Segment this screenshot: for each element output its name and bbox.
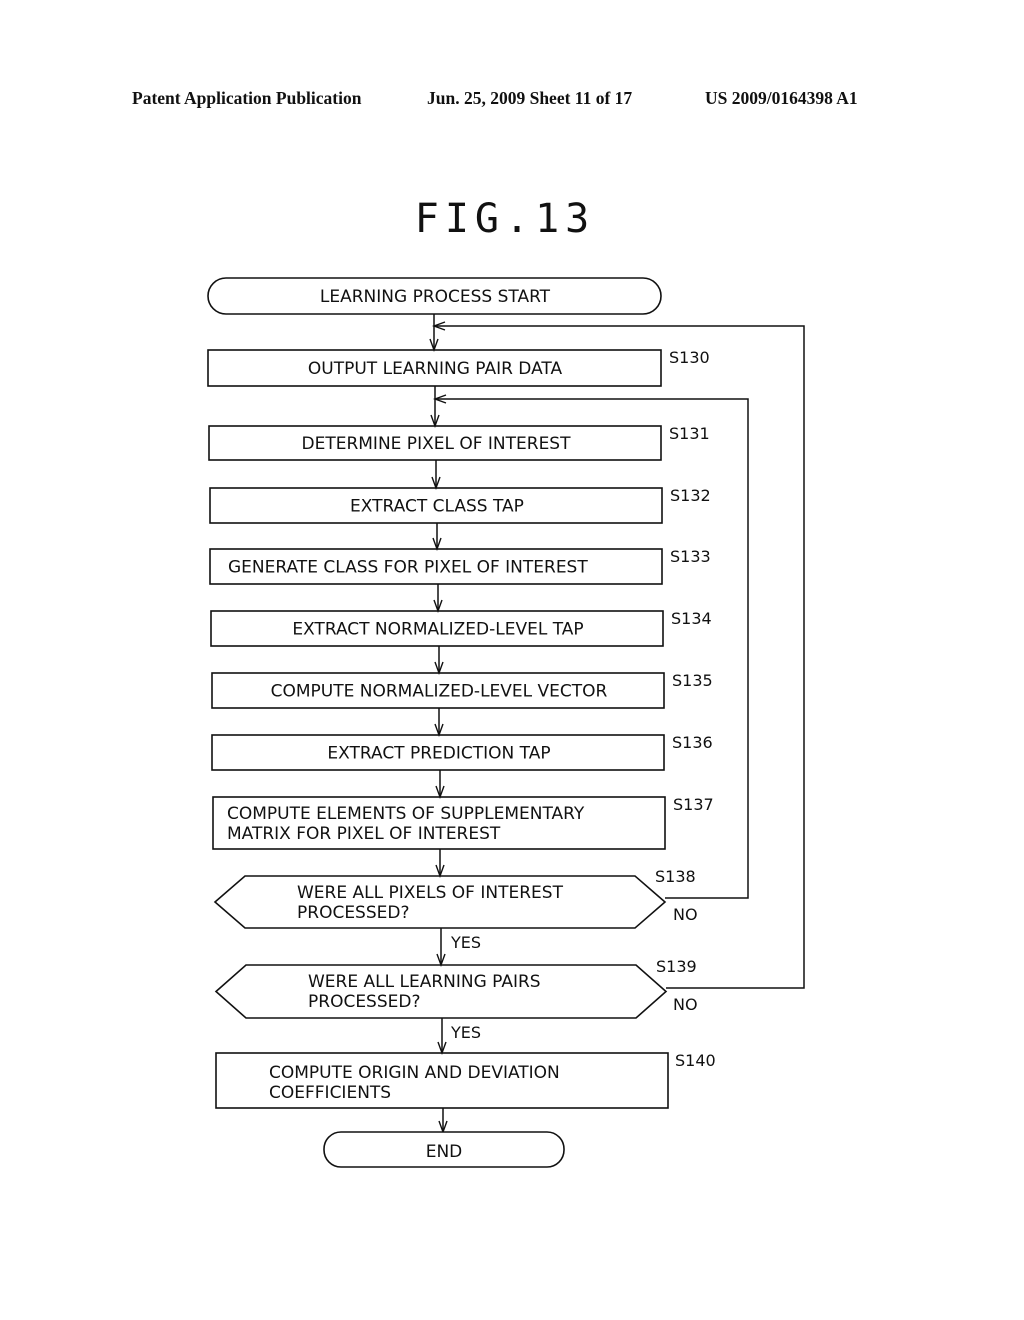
arrow-s134-to-s135 bbox=[434, 646, 444, 676]
step-id-label: S140 bbox=[675, 1051, 716, 1070]
step-id-label: S133 bbox=[670, 547, 711, 566]
step-label: COMPUTE ELEMENTS OF SUPPLEMENTARY bbox=[227, 804, 585, 824]
step-id-label: S131 bbox=[669, 424, 710, 443]
step-id-label: S130 bbox=[669, 348, 710, 367]
arrow-s132-to-s133 bbox=[432, 523, 442, 552]
step-id-label: S134 bbox=[671, 609, 712, 628]
decision-steps: WERE ALL PIXELS OF INTERESTPROCESSED?S13… bbox=[213, 867, 698, 1042]
decision-label: WERE ALL LEARNING PAIRS bbox=[308, 972, 541, 992]
arrow-s135-to-s136 bbox=[434, 708, 444, 738]
decision-label: WERE ALL PIXELS OF INTEREST bbox=[297, 883, 564, 903]
decision-label: PROCESSED? bbox=[308, 992, 421, 1012]
arrow-start-to-s130 bbox=[429, 314, 439, 353]
arrow-s140-to-end bbox=[438, 1108, 448, 1135]
process-step-s134: EXTRACT NORMALIZED-LEVEL TAP S134 bbox=[210, 609, 712, 647]
process-step-s131: DETERMINE PIXEL OF INTEREST S131 bbox=[208, 424, 710, 461]
arrow-s139-yes bbox=[437, 1018, 447, 1056]
step-label: GENERATE CLASS FOR PIXEL OF INTEREST bbox=[228, 558, 588, 578]
process-step-s133: GENERATE CLASS FOR PIXEL OF INTEREST S133 bbox=[209, 547, 711, 585]
step-label: OUTPUT LEARNING PAIR DATA bbox=[308, 359, 563, 379]
flowchart: LEARNING PROCESS START OUTPUT LEARNING P… bbox=[207, 277, 805, 1168]
start-terminal-label: LEARNING PROCESS START bbox=[320, 287, 551, 307]
arrow-s131-to-s132 bbox=[431, 460, 441, 491]
step-id-label: S137 bbox=[673, 795, 714, 814]
process-step-s136: EXTRACT PREDICTION TAP S136 bbox=[211, 733, 713, 771]
decision-s138: WERE ALL PIXELS OF INTERESTPROCESSED? S13… bbox=[213, 867, 698, 952]
process-step-s132: EXTRACT CLASS TAP S132 bbox=[209, 486, 711, 524]
decision-id-label: S139 bbox=[656, 957, 697, 976]
end-terminal: END bbox=[323, 1131, 565, 1168]
no-label: NO bbox=[673, 995, 698, 1014]
no-label: NO bbox=[673, 905, 698, 924]
decision-id-label: S138 bbox=[655, 867, 696, 886]
process-step-s135: COMPUTE NORMALIZED-LEVEL VECTOR S135 bbox=[211, 671, 713, 709]
arrow-s133-to-s134 bbox=[433, 584, 443, 614]
step-label: DETERMINE PIXEL OF INTEREST bbox=[302, 434, 572, 454]
end-terminal-label: END bbox=[426, 1142, 463, 1162]
process-step-s140: COMPUTE ORIGIN AND DEVIATIONCOEFFICIENTS… bbox=[215, 1051, 716, 1109]
step-label: EXTRACT CLASS TAP bbox=[350, 497, 524, 517]
start-terminal: LEARNING PROCESS START bbox=[207, 277, 662, 315]
step-id-label: S136 bbox=[672, 733, 713, 752]
process-step-s137: COMPUTE ELEMENTS OF SUPPLEMENTARYMATRIX … bbox=[212, 795, 714, 850]
step-label: COMPUTE NORMALIZED-LEVEL VECTOR bbox=[271, 682, 608, 702]
decision-label: PROCESSED? bbox=[297, 903, 410, 923]
step-label: MATRIX FOR PIXEL OF INTEREST bbox=[227, 824, 501, 844]
arrow-s138-yes bbox=[436, 928, 446, 968]
step-label: COEFFICIENTS bbox=[269, 1083, 391, 1103]
arrow-s136-to-s137 bbox=[435, 770, 445, 800]
step-id-label: S132 bbox=[670, 486, 711, 505]
arrow-s130-to-s131 bbox=[430, 386, 440, 429]
process-step-s130: OUTPUT LEARNING PAIR DATA S130 bbox=[207, 348, 710, 387]
decision-s139: WERE ALL LEARNING PAIRSPROCESSED? S139 NO Y… bbox=[214, 957, 698, 1042]
step-id-label: S135 bbox=[672, 671, 713, 690]
step-label: EXTRACT NORMALIZED-LEVEL TAP bbox=[292, 620, 583, 640]
step-label: EXTRACT PREDICTION TAP bbox=[327, 744, 550, 764]
yes-label: YES bbox=[450, 1023, 481, 1042]
arrow-s137-to-s138 bbox=[435, 849, 445, 879]
yes-label: YES bbox=[450, 933, 481, 952]
step-label: COMPUTE ORIGIN AND DEVIATION bbox=[269, 1063, 560, 1083]
